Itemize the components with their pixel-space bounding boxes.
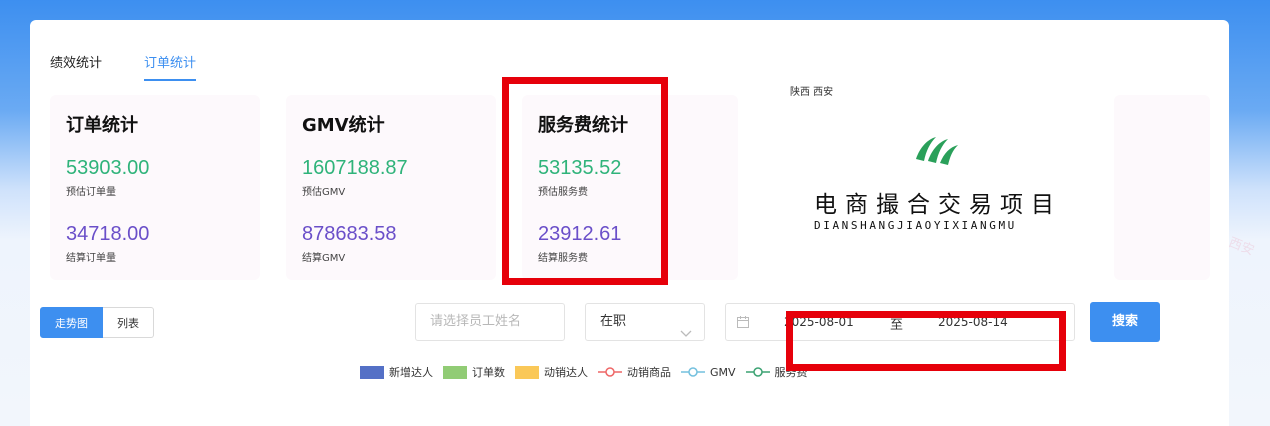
search-button[interactable]: 搜索: [1090, 302, 1160, 342]
legend-label: GMV: [710, 365, 736, 379]
next-card-stub: [1114, 95, 1210, 280]
settled-service-fee-value: 23912.61: [538, 223, 622, 245]
legend-label: 订单数: [472, 366, 505, 379]
estimated-service-fee-value: 53135.52: [538, 157, 622, 179]
legend-item-active-influencers[interactable]: 动销达人: [515, 364, 588, 380]
brand-subtitle: DIANSHANGJIAOYIXIANGMU: [814, 219, 1017, 232]
legend-line-marker-icon: [598, 367, 622, 377]
legend-bar-swatch-icon: [443, 365, 467, 379]
settled-gmv-label: 结算GMV: [302, 253, 346, 264]
settled-orders-value: 34718.00: [66, 223, 150, 245]
tab-bar: 绩效统计 订单统计: [50, 52, 197, 81]
legend-line-marker-icon: [681, 367, 705, 377]
estimated-gmv-label: 预估GMV: [302, 187, 346, 198]
legend-item-gmv[interactable]: GMV: [681, 366, 736, 379]
legend-item-order-count[interactable]: 订单数: [443, 364, 505, 380]
legend-item-active-products[interactable]: 动销商品: [598, 364, 671, 380]
settled-service-fee-label: 结算服务费: [538, 253, 588, 264]
list-view-button[interactable]: 列表: [103, 307, 154, 338]
gmv-stats-card: GMV统计 1607188.87 预估GMV 878683.58 结算GMV: [286, 95, 496, 280]
legend-label: 服务费: [774, 366, 808, 379]
service-fee-stats-card: 服务费统计 53135.52 预估服务费 23912.61 结算服务费: [522, 95, 738, 280]
order-stats-card: 订单统计 53903.00 预估订单量 34718.00 结算订单量: [50, 95, 260, 280]
legend-line-marker-icon: [745, 367, 770, 377]
estimated-orders-value: 53903.00: [66, 157, 150, 179]
brand-logo-icon: [910, 129, 962, 173]
calendar-icon: [736, 315, 750, 333]
legend-item-service-fee[interactable]: 服务费: [745, 364, 808, 380]
legend-label: 动销达人: [544, 366, 588, 379]
view-toggle: 走势图 列表: [40, 307, 154, 338]
legend-bar-swatch-icon: [515, 365, 539, 379]
chevron-down-icon: [680, 317, 692, 353]
chart-view-button[interactable]: 走势图: [40, 307, 103, 338]
date-range-picker[interactable]: 2025-08-01 至 2025-08-14: [725, 303, 1075, 341]
settled-orders-label: 结算订单量: [66, 253, 116, 264]
legend-bar-swatch-icon: [360, 365, 384, 379]
tab-orders[interactable]: 订单统计: [144, 52, 197, 81]
brand-logo-panel: 陕西 西安 电商撮合交易项目 DIANSHANGJIAOYIXIANGMU: [770, 87, 1110, 280]
employment-status-select[interactable]: 在职: [585, 303, 705, 341]
chart-legend: 新增达人 订单数 动销达人 动销商品 GMV 服务费: [360, 364, 808, 380]
brand-title: 电商撮合交易项目: [814, 192, 1062, 218]
estimated-gmv-value: 1607188.87: [302, 157, 408, 179]
start-date-input[interactable]: 2025-08-01: [784, 315, 854, 329]
region-label: 陕西 西安: [790, 87, 834, 98]
tab-performance[interactable]: 绩效统计: [50, 52, 102, 81]
settled-gmv-value: 878683.58: [302, 223, 397, 245]
legend-label: 动销商品: [627, 366, 671, 379]
end-date-input[interactable]: 2025-08-14: [938, 315, 1008, 329]
estimated-orders-label: 预估订单量: [66, 187, 116, 198]
employee-name-input[interactable]: 请选择员工姓名: [415, 303, 565, 341]
legend-label: 新增达人: [389, 366, 433, 379]
legend-item-new-influencers[interactable]: 新增达人: [360, 364, 433, 380]
order-stats-title: 订单统计: [66, 115, 138, 136]
date-range-separator: 至: [890, 318, 904, 333]
gmv-stats-title: GMV统计: [302, 115, 385, 136]
employment-status-value: 在职: [600, 314, 627, 329]
estimated-service-fee-label: 预估服务费: [538, 187, 588, 198]
service-fee-stats-title: 服务费统计: [538, 115, 628, 136]
